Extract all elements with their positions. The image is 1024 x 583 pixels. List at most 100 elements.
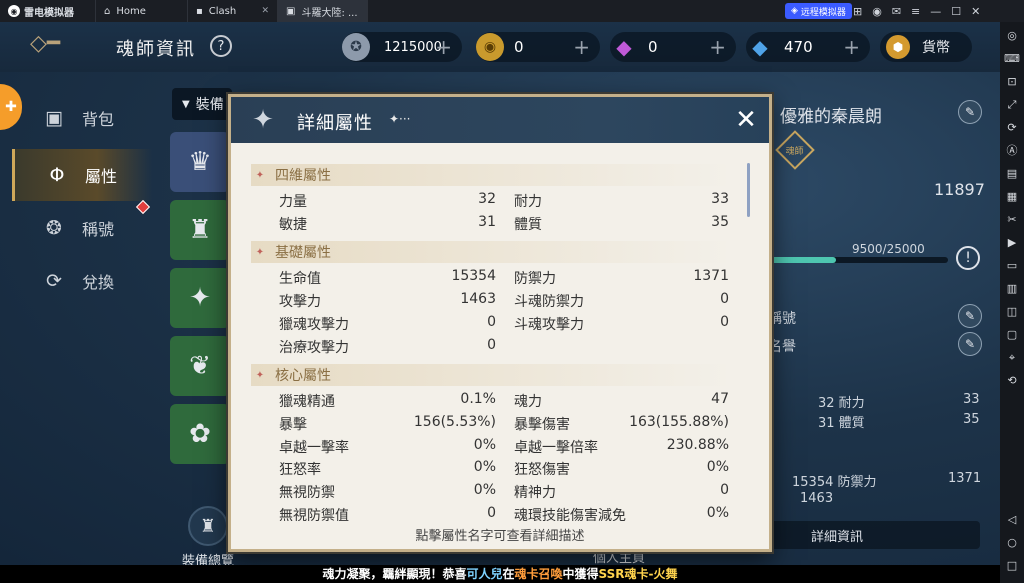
attribute-name[interactable]: 卓越一擊倍率 [514,437,598,457]
right-stat-a: 1463 [800,491,834,506]
nav-item-exchange-label: 兌換 [82,273,115,292]
record-icon[interactable]: ▤ [1007,164,1017,183]
maximize-icon[interactable]: ☐ [951,5,961,18]
back-icon[interactable]: ◁ [1008,510,1016,529]
tab-home[interactable]: ⌂ Home [96,0,188,22]
page-title: 魂師資訊 [116,39,196,60]
marquee-player-name: 可人兒 [466,567,503,581]
attribute-name[interactable]: 獵魂精通 [279,391,335,411]
attribute-name[interactable]: 魂力 [514,391,542,411]
attribute-name[interactable]: 耐力 [514,191,542,211]
apk-icon[interactable]: Ⓐ [1007,141,1018,160]
mail-icon[interactable]: ✉ [892,5,901,18]
attribute-name[interactable]: 狂怒率 [279,459,321,479]
tab-game[interactable]: ▣ 斗羅大陸: ... [278,0,368,22]
attribute-name[interactable]: 防禦力 [514,268,556,288]
folder-icon[interactable]: ▢ [1007,325,1017,344]
menu-icon[interactable]: ≡ [911,5,920,18]
add-silver-button[interactable]: + [435,35,452,59]
attribute-name[interactable]: 生命值 [279,268,321,288]
attribute-name[interactable]: 無視防禦值 [279,505,349,521]
remote-emulator-button[interactable]: ◈ 远程模拟器 [785,3,852,19]
attribute-name[interactable]: 體質 [514,214,542,234]
edit-name-icon[interactable]: ✎ [958,100,982,124]
attribute-name[interactable]: 斗魂防禦力 [514,291,584,311]
attribute-name[interactable]: 獵魂攻擊力 [279,314,349,334]
tab-clash[interactable]: ▪ Clash ✕ [188,0,278,22]
exp-bar-fill [768,257,837,263]
settings-icon[interactable]: ◎ [1007,26,1017,45]
equip-slot-armor[interactable]: ♜ [170,200,230,260]
nav-item-exchange[interactable]: ⟳ 兌換 [12,255,152,307]
section-title: 基礎屬性 [275,245,331,262]
minimize-icon[interactable]: — [930,5,941,18]
media-icon[interactable]: ▶ [1008,233,1016,252]
home-nav-icon[interactable]: ○ [1007,533,1017,552]
gamepad-icon[interactable]: ⊞ [853,5,862,18]
attribute-name[interactable]: 無視防禦 [279,482,335,502]
emulator-logo: ◉ 雷电模拟器 [0,0,96,22]
recent-apps-icon[interactable]: □ [1007,556,1017,575]
equip-overview-label: 裝備總覽 [181,554,234,565]
scrollbar[interactable] [747,163,750,217]
attribute-row: 攻擊力 1463 斗魂防禦力 0 [279,291,729,313]
equip-slot-ring[interactable]: ✿ [170,404,230,464]
location-icon[interactable]: ⌖ [1009,348,1015,367]
attribute-name[interactable]: 卓越一擊率 [279,437,349,457]
nav-item-attribute[interactable]: Φ 屬性 [12,149,152,201]
shake-icon[interactable]: ▥ [1007,279,1017,298]
exp-bar [768,257,948,263]
warning-icon[interactable]: ! [956,246,980,270]
add-gold-button[interactable]: + [573,35,590,59]
install-icon[interactable]: ▭ [1007,256,1017,275]
left-nav: ▣ 背包 Φ 屬性 ❂ 稱號 ⟳ 兌換 [0,77,160,317]
close-modal-button[interactable]: ✕ [731,105,761,135]
attribute-name[interactable]: 斗魂攻擊力 [514,314,584,334]
volume-icon[interactable]: ◫ [1007,302,1017,321]
help-button[interactable]: ? [210,35,232,57]
equip-slot-headwear[interactable]: ♛ [170,132,230,192]
attribute-name[interactable]: 暴擊傷害 [514,414,570,434]
sync-icon[interactable]: ⟳ [1007,118,1016,137]
edit-honor-icon[interactable]: ✎ [958,332,982,356]
fps-icon[interactable]: ▦ [1007,187,1017,206]
nav-item-attribute-label: 屬性 [85,167,118,186]
game-screen: ◇━ 魂師資訊 ? ✪ 1215000 + ◉ 0 + ◆ 0 + ◆ 470 … [0,22,1000,565]
equip-filter-dropdown[interactable]: ▼ 裝備 [172,88,232,120]
attribute-name[interactable]: 狂怒傷害 [514,459,570,479]
attribute-name[interactable]: 敏捷 [279,214,307,234]
attribute-name[interactable]: 精神力 [514,482,556,502]
account-icon[interactable]: ◉ [872,5,882,18]
equip-slot-necklace[interactable]: ❦ [170,336,230,396]
nav-item-bag[interactable]: ▣ 背包 [12,92,152,144]
right-stat-a: 31 體質 [818,416,865,431]
keyboard-icon[interactable]: ⌨ [1004,49,1020,68]
edit-title-icon[interactable]: ✎ [958,304,982,328]
screenshot-icon[interactable]: ⊡ [1007,72,1016,91]
scissors-icon[interactable]: ✂ [1007,210,1016,229]
hexagon-icon: ⬢ [886,35,910,59]
emulator-side-toolbar: ◎ ⌨ ⊡ ⤢ ⟳ Ⓐ ▤ ▦ ✂ ▶ ▭ ▥ ◫ ▢ ⌖ ⟲ ◁ ○ □ [1000,22,1024,583]
add-purple-crystal-button[interactable]: + [709,35,726,59]
game-top-bar: ◇━ 魂師資訊 ? ✪ 1215000 + ◉ 0 + ◆ 0 + ◆ 470 … [0,22,1000,72]
honor-label: 名譽 [768,339,796,355]
attribute-name[interactable]: 治療攻擊力 [279,337,349,357]
fullscreen-icon[interactable]: ⤢ [1008,95,1017,114]
nav-item-title[interactable]: ❂ 稱號 [12,202,152,254]
close-icon[interactable]: ✕ [261,6,269,16]
attribute-value: 0 [487,336,496,353]
equip-slot-boots[interactable]: ✦ [170,268,230,328]
character-name: 優雅的秦晨朗 [780,107,882,127]
emulator-name: 雷电模拟器 [24,7,74,19]
currency-button[interactable]: ⬢ 貨幣 [880,32,972,62]
rotate-icon[interactable]: ⟲ [1007,371,1016,390]
attribute-name[interactable]: 暴擊 [279,414,307,434]
add-blue-crystal-button[interactable]: + [843,35,860,59]
attribute-name[interactable]: 魂環技能傷害減免 [514,505,626,521]
window-controls: ⊞ ◉ ✉ ≡ — ☐ ✕ [853,0,980,22]
close-window-icon[interactable]: ✕ [971,5,980,18]
attribute-name[interactable]: 力量 [279,191,307,211]
title-icon: ❂ [46,217,62,239]
attribute-name[interactable]: 攻擊力 [279,291,321,311]
attribute-list[interactable]: ✦ 四維屬性 力量 32 耐力 33 敏捷 31 體質 35 ✦ 基礎屬性 生命值 15354 防禦力 137… [231,143,769,521]
